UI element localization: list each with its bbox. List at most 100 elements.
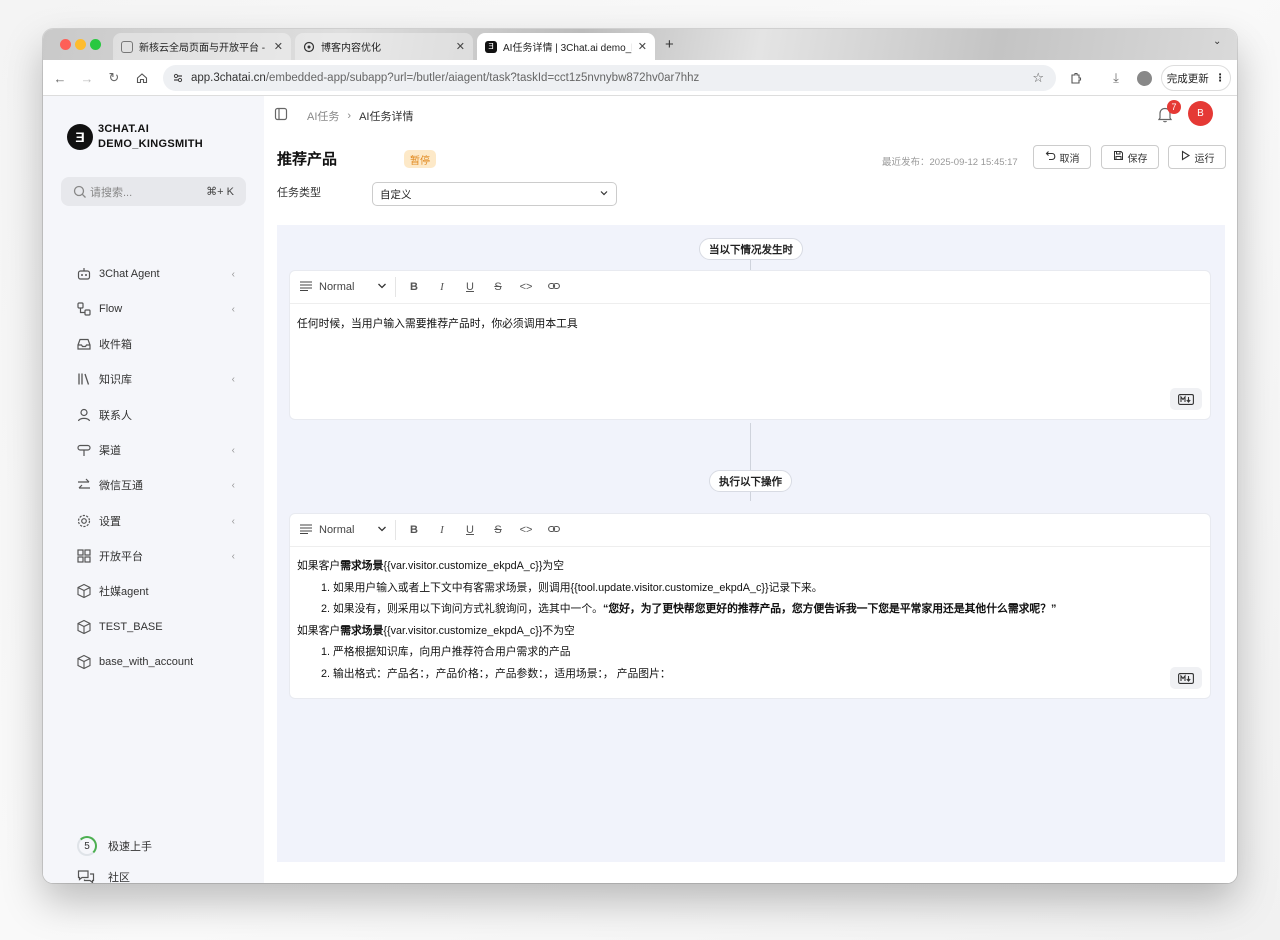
paragraph-icon [300,524,312,537]
underline-icon[interactable]: U [456,524,484,536]
sidebar-item-channels[interactable]: 渠道 ‹ [75,440,235,460]
chevron-down-icon [599,188,609,201]
3chat-logo-icon: Ǝ [485,40,497,53]
action-text[interactable]: 如果客户需求场景{{var.visitor.customize_ekpdA_c}… [290,547,1210,695]
close-icon[interactable]: ✕ [456,40,465,53]
quickstart-progress: 5 [77,836,97,856]
quickstart-button[interactable]: 5 极速上手 [77,836,152,856]
run-button[interactable]: 运行 [1168,145,1226,169]
close-icon[interactable]: ✕ [638,40,647,53]
more-vert-icon[interactable]: ⋮ [1215,72,1226,84]
sidebar-item-knowledge-base[interactable]: 知识库 ‹ [75,369,235,389]
chevron-left-icon: ‹ [231,268,235,280]
sidebar-item-wechat[interactable]: 微信互通 ‹ [75,475,235,495]
task-type-label: 任务类型 [277,187,321,199]
format-select[interactable]: Normal [300,277,396,297]
task-type-select[interactable]: 自定义 [372,182,617,206]
trigger-text[interactable]: 任何时候，当用户输入需要推荐产品时，你必须调用本工具 [290,304,1210,346]
markdown-toggle-icon[interactable] [1170,388,1202,410]
action-editor[interactable]: Normal B I U S <> 如果客户需求场景{{var.visitor.… [289,513,1211,699]
browser-toolbar: ← → ↻ app.3chatai.cn/embedded-app/subapp… [43,60,1237,96]
play-icon [1180,150,1191,164]
status-badge: 暂停 [404,150,436,168]
link-icon[interactable] [540,281,568,293]
browser-tab-strip: 新核云全局页面与开放平台 - ✕ 博客内容优化 ✕ Ǝ AI任务详情 | 3Ch… [43,29,1237,60]
browser-tab[interactable]: 博客内容优化 ✕ [295,33,473,60]
bookmark-star-icon[interactable]: ☆ [1032,70,1044,86]
user-icon [75,407,92,424]
cube-icon [75,619,92,636]
sidebar-item-open-platform[interactable]: 开放平台 ‹ [75,546,235,566]
brand-logo-icon: Ǝ [67,124,93,150]
code-icon[interactable]: <> [512,524,540,536]
main-content: AI任务 › AI任务详情 7 B 推荐产品 暂停 最近发布：2025-09-1… [264,96,1237,883]
sidebar-item-inbox[interactable]: 收件箱 [75,334,235,354]
undo-icon [1045,150,1056,164]
italic-icon[interactable]: I [428,524,456,536]
avatar[interactable]: B [1188,101,1213,126]
books-icon [75,371,92,388]
page-icon [121,40,133,53]
reload-icon[interactable]: ↻ [105,69,123,87]
grid-icon [75,548,92,565]
markdown-toggle-icon[interactable] [1170,667,1202,689]
community-link[interactable]: 社区 [77,869,130,883]
editor-toolbar: Normal B I U S <> [290,514,1210,547]
action-line: 如果客户需求场景{{var.visitor.customize_ekpdA_c}… [297,560,565,572]
sidebar-item-base-with-account[interactable]: base_with_account [75,652,235,672]
app-root: Ǝ 3CHAT.AI DEMO_KINGSMITH 请搜索... ⌘+ K 3C… [43,96,1237,883]
close-window-button[interactable] [60,39,71,50]
gear-icon [75,513,92,530]
sidebar-item-flow[interactable]: Flow ‹ [75,299,235,319]
save-button[interactable]: 保存 [1101,145,1159,169]
code-icon[interactable]: <> [512,281,540,293]
format-select[interactable]: Normal [300,520,396,540]
cube-icon [75,654,92,671]
notification-count-badge: 7 [1167,100,1181,114]
update-button[interactable]: 完成更新 ⋮ [1161,65,1231,91]
browser-tab[interactable]: 新核云全局页面与开放平台 - ✕ [113,33,291,60]
search-input[interactable]: 请搜索... ⌘+ K [61,177,246,206]
sidebar-item-test-base[interactable]: TEST_BASE [75,617,235,637]
underline-icon[interactable]: U [456,281,484,293]
sidebar-item-3chat-agent[interactable]: 3Chat Agent ‹ [75,264,235,284]
breadcrumb-current: AI任务详情 [359,111,414,123]
download-icon[interactable]: ⤓ [1107,69,1125,87]
forward-icon[interactable]: → [78,69,96,87]
action-node-label: 执行以下操作 [709,470,792,492]
italic-icon[interactable]: I [428,281,456,293]
sidebar-item-settings[interactable]: 设置 ‹ [75,511,235,531]
link-icon[interactable] [540,524,568,536]
site-settings-icon[interactable] [172,72,184,87]
collapse-sidebar-icon[interactable] [274,107,288,124]
bold-icon[interactable]: B [400,524,428,536]
url-path: /embedded-app/subapp?url=/butler/aiagent… [265,72,700,84]
bold-icon[interactable]: B [400,281,428,293]
connector-line [750,423,751,471]
signpost-icon [75,442,92,459]
chevron-left-icon: ‹ [231,303,235,315]
sidebar-item-contacts[interactable]: 联系人 [75,405,235,425]
profile-icon[interactable] [1135,69,1153,87]
tab-search-icon[interactable]: ⌄ [1213,36,1221,47]
close-icon[interactable]: ✕ [274,40,283,53]
breadcrumb-parent[interactable]: AI任务 [307,108,339,124]
extensions-icon[interactable] [1066,69,1084,87]
new-tab-icon[interactable]: + [665,36,674,53]
trigger-editor[interactable]: Normal B I U S <> 任何时候，当用户输入需要推荐产品时，你必须调… [289,270,1211,420]
home-icon[interactable] [133,69,151,87]
connector-line [750,491,751,501]
paragraph-icon [300,281,312,294]
workspace-name[interactable]: 3CHAT.AI DEMO_KINGSMITH [98,122,203,152]
browser-tab-active[interactable]: Ǝ AI任务详情 | 3Chat.ai demo_k ✕ [477,33,655,60]
strikethrough-icon[interactable]: S [484,524,512,536]
cancel-button[interactable]: 取消 [1033,145,1091,169]
maximize-window-button[interactable] [90,39,101,50]
minimize-window-button[interactable] [75,39,86,50]
address-bar[interactable]: app.3chatai.cn/embedded-app/subapp?url=/… [163,65,1056,91]
cube-icon [75,583,92,600]
sidebar-item-social-agent[interactable]: 社媒agent [75,581,235,601]
back-icon[interactable]: ← [51,69,69,87]
strikethrough-icon[interactable]: S [484,281,512,293]
save-icon [1113,150,1124,164]
